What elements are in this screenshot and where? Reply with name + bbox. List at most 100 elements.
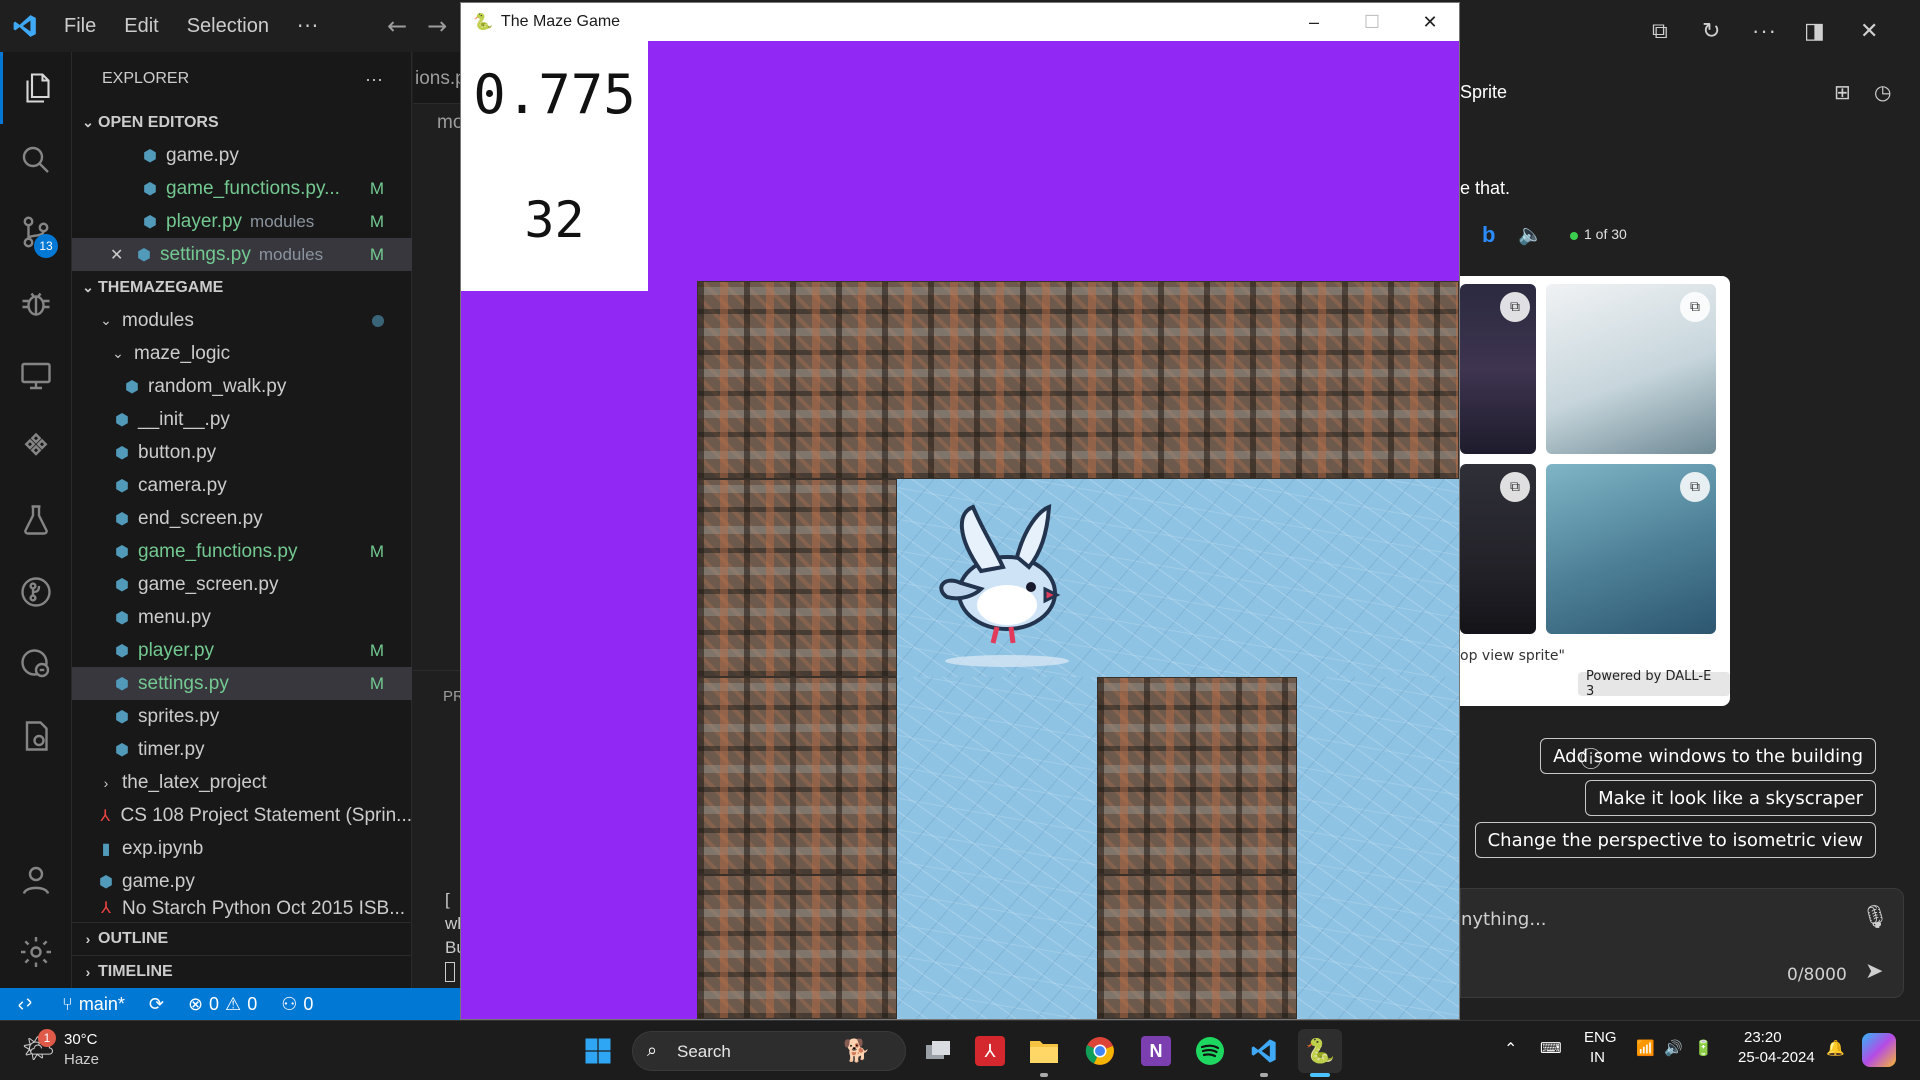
close-icon[interactable]: ✕ (110, 245, 134, 265)
editor-tab-partial[interactable]: ions.p (415, 68, 466, 90)
file-item[interactable]: ⅄ No Starch Python Oct 2015 ISB... (72, 898, 412, 920)
spotify-icon[interactable] (1188, 1029, 1232, 1073)
copilot-taskbar-icon[interactable] (1862, 1033, 1896, 1067)
more-options-icon[interactable]: ··· (1752, 18, 1777, 44)
close-icon[interactable]: ✕ (1401, 3, 1459, 41)
file-item[interactable]: ⬢ __init__.py (72, 403, 412, 436)
outline-section[interactable]: › OUTLINE (72, 922, 412, 955)
menu-selection[interactable]: Selection (173, 15, 283, 38)
language-code[interactable]: ENG (1584, 1029, 1617, 1046)
file-label: game.py (122, 870, 195, 892)
forward-arrow-icon[interactable]: → (417, 12, 457, 40)
file-item[interactable]: ⬢ game_functions.py M (72, 535, 412, 568)
file-item[interactable]: ⬢ game.py (72, 865, 412, 898)
open-editor-item-active[interactable]: ✕ ⬢ settings.py modules M (72, 238, 412, 271)
generated-image-thumb[interactable]: ⧉ (1460, 284, 1536, 454)
python-taskbar-icon[interactable]: 🐍 (1298, 1029, 1342, 1077)
task-view-icon[interactable] (916, 1029, 960, 1073)
onenote-icon[interactable]: N (1134, 1029, 1178, 1073)
remote-explorer-icon[interactable] (0, 340, 72, 412)
language-region[interactable]: IN (1590, 1049, 1605, 1066)
open-editor-item[interactable]: ⬢ player.py modules M (72, 205, 412, 238)
history-icon[interactable]: ◷ (1874, 80, 1891, 105)
file-item[interactable]: ⬢ menu.py (72, 601, 412, 634)
file-item[interactable]: ▮ exp.ipynb (72, 832, 412, 865)
generated-image-thumb[interactable]: ⧉ (1460, 464, 1536, 634)
folder-modules[interactable]: ⌄ modules (72, 304, 412, 337)
open-external-icon[interactable]: ⧉ (1652, 18, 1668, 44)
problems-indicator[interactable]: ⊗ 0 ⚠ 0 (176, 994, 269, 1015)
timeline-section[interactable]: › TIMELINE (72, 955, 412, 988)
weather-widget[interactable]: 🌤 1 30°C Haze (22, 1029, 172, 1073)
taskbar-search[interactable]: ⌕ Search 🐕 (632, 1031, 906, 1071)
refresh-icon[interactable]: ↻ (1702, 18, 1720, 44)
copilot-chat-icon[interactable] (0, 628, 72, 700)
remote-indicator-icon[interactable] (0, 988, 50, 1020)
clock-date[interactable]: 25-04-2024 (1738, 1049, 1815, 1066)
wifi-icon[interactable]: 📶 (1636, 1039, 1655, 1057)
account-icon[interactable] (0, 844, 72, 916)
explorer-sidebar: EXPLORER ··· ⌄ OPEN EDITORS ⬢ game.py ⬢ … (72, 52, 412, 988)
file-item[interactable]: ⬢ player.py M (72, 634, 412, 667)
git-graph-icon[interactable] (0, 556, 72, 628)
dock-panel-icon[interactable]: ◨ (1804, 18, 1825, 44)
pygame-snake-icon: 🐍 (473, 14, 493, 31)
explorer-icon[interactable] (0, 52, 72, 124)
keyboard-icon[interactable]: ⌨ (1540, 1039, 1562, 1057)
start-button[interactable] (576, 1029, 620, 1073)
folder-latex[interactable]: › the_latex_project (72, 766, 412, 799)
conversation-heading: Sprite (1460, 82, 1508, 102)
volume-icon[interactable]: 🔊 (1664, 1039, 1683, 1057)
project-section[interactable]: ⌄ THEMAZEGAME (72, 271, 412, 304)
file-item[interactable]: ⬢ random_walk.py (72, 370, 412, 403)
plugins-icon[interactable]: ⊞ (1834, 80, 1851, 105)
extensions-icon[interactable] (0, 412, 72, 484)
branch-indicator[interactable]: ⑂ main* (50, 994, 137, 1015)
copy-image-icon[interactable]: ⧉ (1500, 472, 1530, 502)
file-item[interactable]: ⬢ end_screen.py (72, 502, 412, 535)
menu-edit[interactable]: Edit (110, 15, 172, 38)
copy-image-icon[interactable]: ⧉ (1680, 472, 1710, 502)
vscode-taskbar-icon[interactable] (1242, 1029, 1286, 1077)
file-explorer-icon[interactable] (1022, 1029, 1066, 1077)
chrome-icon[interactable] (1078, 1029, 1122, 1073)
file-item[interactable]: ⅄ CS 108 Project Statement (Sprin... (72, 799, 412, 832)
acrobat-icon[interactable]: ⅄ (968, 1029, 1012, 1073)
menu-more-button[interactable]: ··· (283, 14, 333, 38)
file-item[interactable]: ⬢ camera.py (72, 469, 412, 502)
manage-gear-icon[interactable] (0, 916, 72, 988)
generated-image-thumb[interactable]: ⧉ (1546, 284, 1716, 454)
sync-icon[interactable]: ⟳ (137, 994, 176, 1015)
open-editor-item[interactable]: ⬢ game_functions.py... M (72, 172, 412, 205)
notification-bell-icon[interactable]: 🔔 (1826, 1039, 1845, 1057)
clock-time[interactable]: 23:20 (1744, 1029, 1782, 1046)
debug-icon[interactable] (0, 268, 72, 340)
show-hidden-icons-chevron-icon[interactable]: ⌃ (1504, 1039, 1517, 1059)
file-item[interactable]: ⬢ game_screen.py (72, 568, 412, 601)
copy-image-icon[interactable]: ⧉ (1500, 292, 1530, 322)
python-file-icon: ⬢ (115, 576, 129, 594)
battery-icon[interactable]: 🔋 (1694, 1039, 1713, 1057)
speaker-icon[interactable]: 🔈 (1518, 222, 1543, 247)
open-editors-section[interactable]: ⌄ OPEN EDITORS (72, 106, 412, 139)
file-item[interactable]: ⬢ sprites.py (72, 700, 412, 733)
testing-icon[interactable] (0, 484, 72, 556)
generated-image-thumb[interactable]: ⧉ (1546, 464, 1716, 634)
search-icon[interactable] (0, 124, 72, 196)
chevron-right-icon: › (85, 931, 91, 947)
settings-sync-icon[interactable] (0, 700, 72, 772)
copy-image-icon[interactable]: ⧉ (1680, 292, 1710, 322)
back-arrow-icon[interactable]: ← (377, 12, 417, 40)
maximize-icon[interactable]: ☐ (1343, 3, 1401, 41)
folder-maze-logic[interactable]: ⌄ maze_logic (72, 337, 412, 370)
explorer-more-button[interactable]: ··· (365, 69, 383, 90)
open-editor-item[interactable]: ⬢ game.py (72, 139, 412, 172)
file-item[interactable]: ⬢ button.py (72, 436, 412, 469)
close-icon[interactable]: ✕ (1860, 18, 1878, 44)
file-item-active[interactable]: ⬢ settings.py M (72, 667, 412, 700)
ports-indicator[interactable]: ⚇ 0 (269, 994, 325, 1015)
file-item[interactable]: ⬢ timer.py (72, 733, 412, 766)
menu-file[interactable]: File (50, 15, 110, 38)
minimize-icon[interactable]: – (1285, 3, 1343, 41)
source-control-icon[interactable]: 13 (0, 196, 72, 268)
